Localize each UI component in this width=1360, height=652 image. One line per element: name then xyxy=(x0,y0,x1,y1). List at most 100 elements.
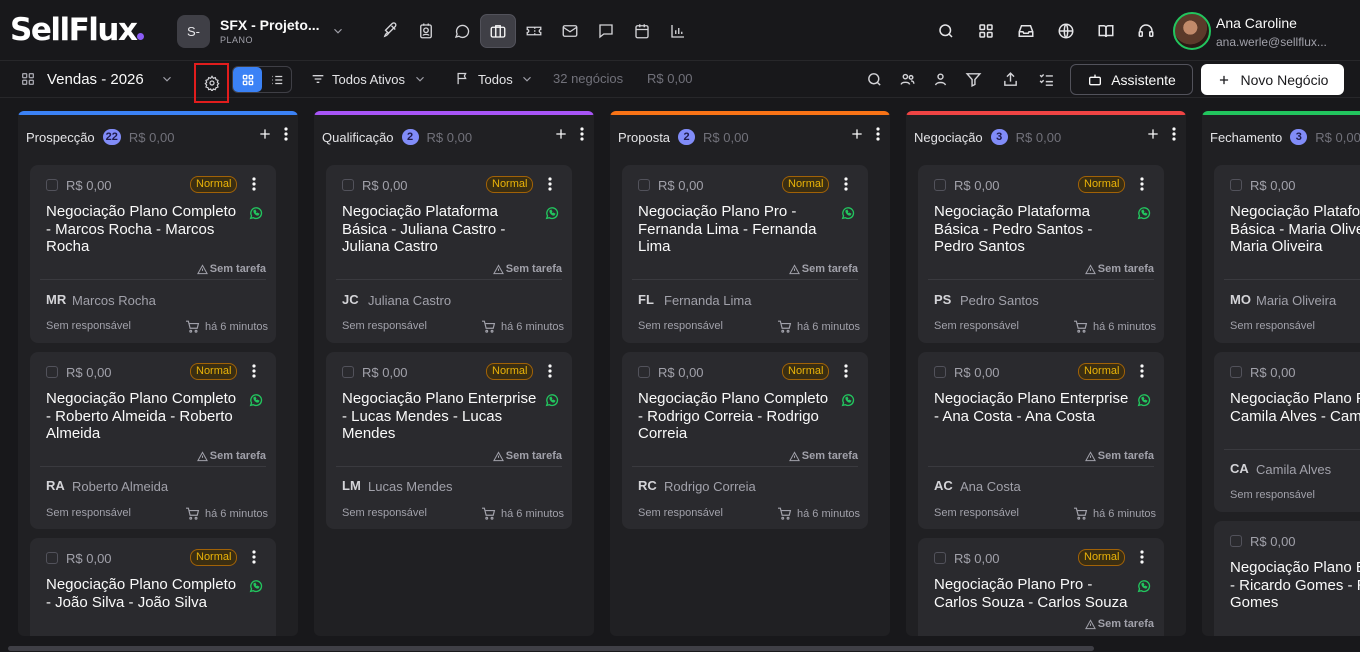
deal-card[interactable]: R$ 0,00 Normal Negociação Plano Completo… xyxy=(30,538,276,636)
project-name[interactable]: SFX - Projeto... xyxy=(220,17,320,33)
users-group-icon[interactable] xyxy=(899,71,916,88)
scrollbar-thumb[interactable] xyxy=(8,646,1094,651)
expand-plus-icon[interactable] xyxy=(1230,179,1242,191)
deal-card[interactable]: R$ 0,00 Normal Negociação Plano Completo… xyxy=(30,352,276,529)
whatsapp-icon[interactable] xyxy=(840,392,856,408)
deal-title[interactable]: Negociação Plano Pro - Fernanda Lima - F… xyxy=(638,203,834,256)
deal-card[interactable]: R$ 0,00 Negociação Plataforma Básica - M… xyxy=(1214,165,1360,343)
contact-card-icon[interactable] xyxy=(408,14,444,48)
expand-plus-icon[interactable] xyxy=(46,366,58,378)
horizontal-scrollbar[interactable] xyxy=(0,644,1360,652)
deal-title[interactable]: Negociação Plano Pro - Carlos Souza - Ca… xyxy=(934,576,1130,611)
deal-card[interactable]: R$ 0,00 Negociação Plano Pro - Camila Al… xyxy=(1214,352,1360,512)
briefcase-icon[interactable] xyxy=(480,14,516,48)
owner-filter-chevron-down-icon[interactable] xyxy=(520,72,534,86)
whatsapp-icon[interactable] xyxy=(544,392,560,408)
project-chevron-down-icon[interactable] xyxy=(331,24,345,38)
card-kebab-icon[interactable] xyxy=(1140,364,1144,378)
expand-plus-icon[interactable] xyxy=(1230,535,1242,547)
column-kebab-icon[interactable] xyxy=(284,127,288,141)
contact-name[interactable]: Lucas Mendes xyxy=(368,479,453,494)
headset-icon[interactable] xyxy=(1126,14,1166,48)
deal-card[interactable]: R$ 0,00 Normal Negociação Plano Pro - Ca… xyxy=(918,538,1164,636)
list-view-button[interactable] xyxy=(262,67,291,92)
user-name[interactable]: Ana Caroline xyxy=(1216,15,1297,31)
message-square-icon[interactable] xyxy=(588,14,624,48)
whatsapp-icon[interactable] xyxy=(248,392,264,408)
expand-plus-icon[interactable] xyxy=(342,179,354,191)
deal-title[interactable]: Negociação Plano Completo - João Silva -… xyxy=(46,576,242,611)
checklist-icon[interactable] xyxy=(1038,71,1055,88)
search-icon[interactable] xyxy=(926,14,966,48)
user-avatar[interactable] xyxy=(1173,12,1211,50)
card-kebab-icon[interactable] xyxy=(1140,550,1144,564)
add-deal-plus-icon[interactable] xyxy=(1146,127,1160,141)
pipeline-grid-icon[interactable] xyxy=(20,71,36,87)
mail-icon[interactable] xyxy=(552,14,588,48)
card-kebab-icon[interactable] xyxy=(1140,177,1144,191)
add-deal-plus-icon[interactable] xyxy=(258,127,272,141)
deal-title[interactable]: Negociação Plano Enterprise - Ana Costa … xyxy=(934,390,1130,425)
contact-name[interactable]: Rodrigo Correia xyxy=(664,479,756,494)
status-filter[interactable]: Todos Ativos xyxy=(332,72,405,87)
funnel-filter-icon[interactable] xyxy=(965,71,982,88)
card-kebab-icon[interactable] xyxy=(252,550,256,564)
deal-title[interactable]: Negociação Plano Pro - Camila Alves - Ca… xyxy=(1230,390,1360,425)
contact-name[interactable]: Ana Costa xyxy=(960,479,1021,494)
apps-grid-icon[interactable] xyxy=(966,14,1006,48)
new-deal-button[interactable]: Novo Negócio xyxy=(1201,64,1344,95)
whatsapp-icon[interactable] xyxy=(248,205,264,221)
card-kebab-icon[interactable] xyxy=(844,177,848,191)
expand-plus-icon[interactable] xyxy=(638,366,650,378)
calendar-icon[interactable] xyxy=(624,14,660,48)
deal-title[interactable]: Negociação Plano Completo - Rodrigo Corr… xyxy=(638,390,834,443)
globe-icon[interactable] xyxy=(1046,14,1086,48)
kanban-view-button[interactable] xyxy=(233,67,262,92)
column-kebab-icon[interactable] xyxy=(580,127,584,141)
deal-card[interactable]: R$ 0,00 Normal Negociação Plataforma Bás… xyxy=(918,165,1164,343)
whatsapp-icon[interactable] xyxy=(248,578,264,594)
pipeline-selector[interactable]: Vendas - 2026 xyxy=(47,71,144,88)
contact-name[interactable]: Juliana Castro xyxy=(368,293,451,308)
expand-plus-icon[interactable] xyxy=(46,179,58,191)
deal-card[interactable]: R$ 0,00 Normal Negociação Plano Completo… xyxy=(622,352,868,529)
deal-title[interactable]: Negociação Plano Enterprise - Ricardo Go… xyxy=(1230,559,1360,612)
expand-plus-icon[interactable] xyxy=(934,552,946,564)
assistant-button[interactable]: Assistente xyxy=(1070,64,1193,95)
contact-name[interactable]: Pedro Santos xyxy=(960,293,1039,308)
pipeline-chevron-down-icon[interactable] xyxy=(160,72,174,86)
whatsapp-icon[interactable] xyxy=(840,205,856,221)
status-filter-chevron-down-icon[interactable] xyxy=(413,72,427,86)
expand-plus-icon[interactable] xyxy=(934,179,946,191)
add-deal-plus-icon[interactable] xyxy=(554,127,568,141)
deal-title[interactable]: Negociação Plano Completo - Marcos Rocha… xyxy=(46,203,242,256)
user-icon[interactable] xyxy=(932,71,949,88)
whatsapp-icon[interactable] xyxy=(1136,578,1152,594)
deal-title[interactable]: Negociação Plano Completo - Roberto Alme… xyxy=(46,390,242,443)
deal-title[interactable]: Negociação Plataforma Básica - Pedro San… xyxy=(934,203,1130,256)
contact-name[interactable]: Marcos Rocha xyxy=(72,293,156,308)
filter-lines-icon[interactable] xyxy=(310,71,326,87)
card-kebab-icon[interactable] xyxy=(548,364,552,378)
contact-name[interactable]: Maria Oliveira xyxy=(1256,293,1336,308)
chat-icon[interactable] xyxy=(444,14,480,48)
whatsapp-icon[interactable] xyxy=(544,205,560,221)
project-avatar[interactable]: S- xyxy=(177,15,210,48)
search-deals-icon[interactable] xyxy=(866,71,883,88)
expand-plus-icon[interactable] xyxy=(638,179,650,191)
contact-name[interactable]: Roberto Almeida xyxy=(72,479,168,494)
add-deal-plus-icon[interactable] xyxy=(850,127,864,141)
whatsapp-icon[interactable] xyxy=(1136,392,1152,408)
owner-filter[interactable]: Todos xyxy=(478,72,513,87)
expand-plus-icon[interactable] xyxy=(342,366,354,378)
ticket-icon[interactable] xyxy=(516,14,552,48)
rocket-icon[interactable] xyxy=(372,14,408,48)
column-kebab-icon[interactable] xyxy=(1172,127,1176,141)
pipeline-settings-button[interactable] xyxy=(194,63,229,103)
deal-card[interactable]: R$ 0,00 Negociação Plano Enterprise - Ri… xyxy=(1214,521,1360,636)
deal-title[interactable]: Negociação Plataforma Básica - Maria Oli… xyxy=(1230,203,1360,256)
column-kebab-icon[interactable] xyxy=(876,127,880,141)
flag-icon[interactable] xyxy=(455,71,470,86)
deal-title[interactable]: Negociação Plataforma Básica - Juliana C… xyxy=(342,203,538,256)
card-kebab-icon[interactable] xyxy=(844,364,848,378)
